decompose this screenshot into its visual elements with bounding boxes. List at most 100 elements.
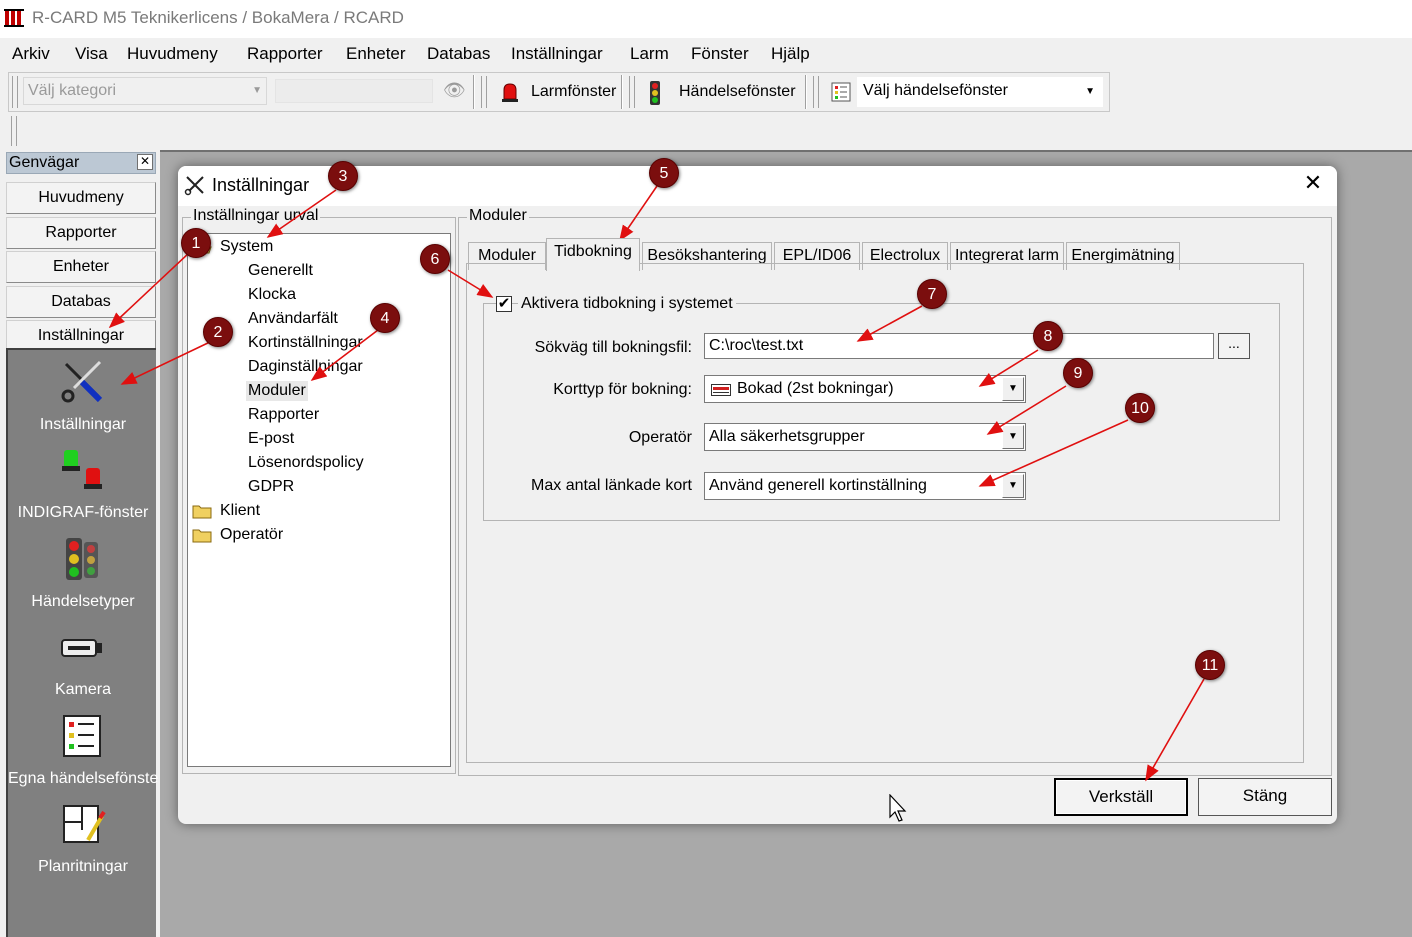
toolbar-separator: [805, 75, 807, 109]
menu-databas[interactable]: Databas: [427, 44, 490, 64]
tree-item-generellt[interactable]: Generellt: [248, 262, 313, 280]
close-icon[interactable]: ✕: [137, 154, 153, 170]
menu-visa[interactable]: Visa: [75, 44, 108, 64]
settings-dialog: Inställningar ✕ Inställningar urval Syst…: [178, 166, 1337, 824]
title-bar: R-CARD M5 Teknikerlicens / BokaMera / RC…: [0, 0, 1412, 38]
menu-fonster[interactable]: Fönster: [691, 44, 749, 64]
folder-icon: [192, 529, 212, 543]
enable-booking-checkbox[interactable]: ✔: [496, 296, 512, 312]
traffic-light-icon[interactable]: [60, 536, 106, 582]
tree-item-rapporter[interactable]: Rapporter: [248, 406, 319, 424]
tab-tidbokning[interactable]: Tidbokning: [546, 238, 640, 271]
menu-larm[interactable]: Larm: [630, 44, 669, 64]
tree-item-epost[interactable]: E-post: [248, 430, 294, 448]
tree-item-daginstallningar[interactable]: Daginställningar: [248, 358, 363, 376]
shortcuts-header: Genvägar ✕: [6, 152, 156, 174]
traffic-light-icon: [650, 81, 660, 105]
shortcut-databas-button[interactable]: Databas: [6, 286, 156, 318]
camera-icon[interactable]: [60, 626, 106, 672]
booking-file-path-input[interactable]: C:\roc\test.txt: [704, 333, 1214, 359]
close-icon[interactable]: ✕: [1302, 172, 1324, 196]
category-select-value: Välj kategori: [28, 82, 117, 99]
category-select[interactable]: Välj kategori ▼: [23, 77, 267, 105]
browse-button[interactable]: ...: [1218, 333, 1250, 359]
annotation-marker-11: 11: [1195, 650, 1225, 680]
shortcut-icon-panel: Inställningar INDIGRAF-fönster Händelset…: [6, 348, 158, 937]
menu-bar: Arkiv Visa Huvudmeny Rapporter Enheter D…: [0, 38, 1412, 70]
toolbar-separator: [473, 75, 475, 109]
menu-rapporter[interactable]: Rapporter: [247, 44, 323, 64]
booking-file-path-label: Sökväg till bokningsfil:: [534, 339, 692, 356]
apply-button[interactable]: Verkställ: [1054, 778, 1188, 816]
tree-item-klocka[interactable]: Klocka: [248, 286, 296, 304]
folder-icon: [192, 505, 212, 519]
card-icon: [711, 384, 731, 396]
shortcut-huvudmeny-button[interactable]: Huvudmeny: [6, 182, 156, 214]
indigraf-lights-icon[interactable]: [60, 446, 106, 492]
shortcut-enheter-button[interactable]: Enheter: [6, 251, 156, 283]
tree-item-gdpr[interactable]: GDPR: [248, 478, 294, 496]
tree-item-system[interactable]: System: [220, 238, 273, 256]
tree-item-moduler[interactable]: Moduler: [246, 381, 308, 401]
shortcuts-pane: Genvägar ✕ Huvudmeny Rapporter Enheter D…: [0, 150, 160, 937]
menu-hjalp[interactable]: Hjälp: [771, 44, 810, 64]
menu-installningar[interactable]: Inställningar: [511, 44, 603, 64]
menu-huvudmeny[interactable]: Huvudmeny: [127, 44, 218, 64]
secondary-toolbar: [8, 114, 1412, 146]
booking-file-path-value: C:\roc\test.txt: [709, 337, 804, 354]
annotation-marker-4: 4: [370, 303, 400, 333]
menu-arkiv[interactable]: Arkiv: [12, 44, 50, 64]
alarm-siren-icon: [502, 83, 518, 102]
tools-icon[interactable]: [60, 358, 106, 404]
alarm-window-button[interactable]: Larmfönster: [531, 83, 616, 101]
search-input[interactable]: [275, 79, 433, 103]
toolbar-grip[interactable]: [481, 76, 487, 108]
shortcut-egna-handelsefonster-label[interactable]: Egna händelsefönster: [8, 770, 158, 788]
annotation-marker-5: 5: [649, 158, 679, 188]
tree-item-kortinstallningar[interactable]: Kortinställningar: [248, 334, 363, 352]
main-toolbar: Välj kategori ▼ 👁 Larmfönster Händelsefö…: [8, 72, 1110, 112]
menu-enheter[interactable]: Enheter: [346, 44, 406, 64]
max-linked-cards-select[interactable]: Använd generell kortinställning ▼: [704, 472, 1026, 500]
annotation-marker-9: 9: [1063, 358, 1093, 388]
shortcut-installningar-label[interactable]: Inställningar: [8, 416, 158, 434]
floorplan-icon[interactable]: [60, 802, 106, 848]
tree-item-losenordspolicy[interactable]: Lösenordspolicy: [248, 454, 364, 472]
shortcut-rapporter-button[interactable]: Rapporter: [6, 217, 156, 249]
chevron-down-icon[interactable]: ▼: [1002, 377, 1024, 401]
chevron-down-icon: ▼: [252, 85, 262, 96]
tree-item-klient[interactable]: Klient: [220, 502, 260, 520]
toolbar-grip[interactable]: [629, 76, 635, 108]
toolbar-grip[interactable]: [813, 76, 819, 108]
card-type-select[interactable]: Bokad (2st bokningar) ▼: [704, 375, 1026, 403]
shortcut-handelsetyper-label[interactable]: Händelsetyper: [8, 593, 158, 611]
modules-group-label: Moduler: [467, 207, 529, 225]
close-button[interactable]: Stäng: [1198, 778, 1332, 816]
tree-item-operator[interactable]: Operatör: [220, 526, 283, 544]
shortcuts-title: Genvägar: [9, 154, 80, 171]
operator-select[interactable]: Alla säkerhetsgrupper ▼: [704, 423, 1026, 451]
window-title: R-CARD M5 Teknikerlicens / BokaMera / RC…: [32, 8, 404, 27]
chevron-down-icon[interactable]: ▼: [1002, 425, 1024, 449]
shortcut-indigraf-label[interactable]: INDIGRAF-fönster: [8, 504, 158, 522]
settings-tree[interactable]: System Generellt Klocka Användarfält Kor…: [187, 233, 451, 767]
tree-item-anvandarfalt[interactable]: Användarfält: [248, 310, 338, 328]
binoculars-icon[interactable]: 👁: [443, 80, 466, 101]
max-linked-cards-value: Använd generell kortinställning: [709, 477, 927, 494]
annotation-marker-2: 2: [203, 317, 233, 347]
event-window-select-value: Välj händelsefönster: [863, 82, 1008, 99]
custom-event-window-icon[interactable]: [60, 714, 106, 760]
toolbar-grip[interactable]: [12, 76, 18, 108]
enable-booking-label[interactable]: Aktivera tidbokning i systemet: [518, 295, 736, 313]
shortcut-kamera-label[interactable]: Kamera: [8, 681, 158, 699]
event-window-button[interactable]: Händelsefönster: [679, 83, 796, 101]
shortcut-planritningar-label[interactable]: Planritningar: [8, 858, 158, 876]
settings-tree-group-label: Inställningar urval: [191, 207, 321, 225]
chevron-down-icon[interactable]: ▼: [1002, 474, 1024, 498]
event-window-select[interactable]: Välj händelsefönster ▼: [857, 77, 1103, 107]
toolbar-grip[interactable]: [11, 116, 17, 146]
chevron-down-icon: ▼: [1085, 86, 1095, 97]
annotation-marker-3: 3: [328, 161, 358, 191]
annotation-marker-8: 8: [1033, 321, 1063, 351]
dialog-title: Inställningar: [212, 175, 310, 195]
